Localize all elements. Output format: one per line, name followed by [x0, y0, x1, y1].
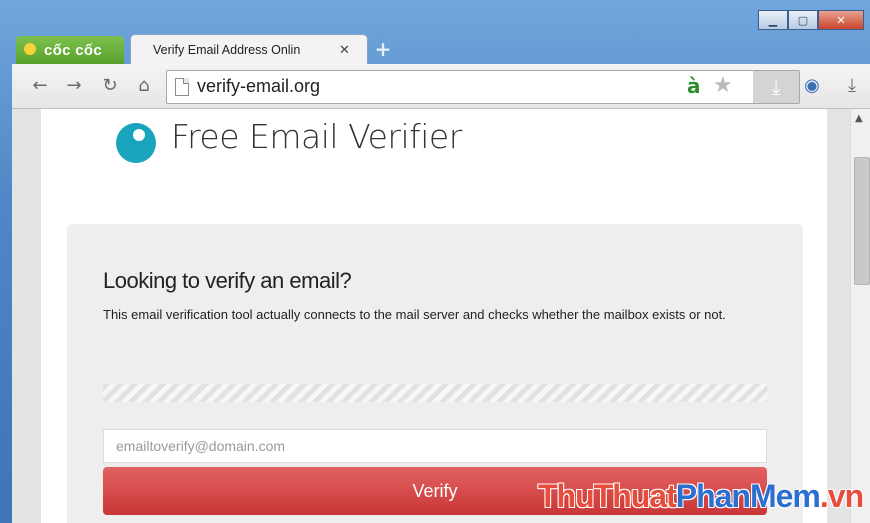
- card-heading: Looking to verify an email?: [103, 268, 352, 293]
- tab-verify-email[interactable]: Verify Email Address Onlin ✕: [130, 34, 368, 65]
- scroll-up-arrow-icon[interactable]: ▲: [855, 113, 863, 124]
- home-icon[interactable]: ⌂: [132, 74, 156, 98]
- browser-toolbar: ← → ↻ ⌂ verify-email.org à ★ ⤓ ◉ ⤓: [12, 64, 870, 109]
- verifier-logo-icon: [116, 123, 156, 163]
- reload-icon[interactable]: ↻: [98, 74, 122, 98]
- downloads-icon[interactable]: ⤓: [840, 74, 864, 98]
- progress-placeholder: [103, 384, 767, 402]
- scrollbar-thumb[interactable]: [854, 157, 870, 285]
- close-window-button[interactable]: ✕: [818, 10, 864, 30]
- watermark-part-2: PhanMem: [675, 478, 821, 514]
- bookmark-star-icon[interactable]: ★: [713, 73, 733, 98]
- tab-title: Verify Email Address Onlin: [153, 43, 301, 57]
- email-input[interactable]: [103, 429, 767, 463]
- tab-strip: cốc cốc Verify Email Address Onlin ✕ +: [12, 30, 870, 65]
- url-text[interactable]: verify-email.org: [197, 76, 320, 97]
- maximize-button[interactable]: ▢: [788, 10, 818, 30]
- card-description: This email verification tool actually co…: [103, 307, 726, 322]
- coccoc-logo-icon: [22, 41, 40, 59]
- back-arrow-icon[interactable]: ←: [28, 74, 52, 98]
- minimize-button[interactable]: ▁: [758, 10, 788, 30]
- save-page-icon[interactable]: ⤓: [753, 71, 799, 103]
- browser-logo[interactable]: cốc cốc: [16, 36, 124, 64]
- forward-arrow-icon[interactable]: →: [62, 74, 86, 98]
- site-title: Free Email Verifier: [171, 117, 462, 156]
- viewport: Free Email Verifier Looking to verify an…: [12, 109, 850, 523]
- page-icon: [175, 78, 189, 96]
- address-bar[interactable]: verify-email.org à ★ ⤓: [166, 70, 800, 104]
- tab-close-icon[interactable]: ✕: [339, 43, 350, 58]
- window-controls: ▁ ▢ ✕: [758, 10, 864, 30]
- watermark-part-1: ThuThuat: [538, 478, 677, 514]
- web-page: Free Email Verifier Looking to verify an…: [41, 109, 827, 523]
- new-tab-button[interactable]: +: [372, 38, 394, 60]
- input-method-icon[interactable]: à: [687, 74, 701, 98]
- camera-extension-icon[interactable]: ◉: [800, 74, 824, 98]
- watermark-part-3: .vn: [819, 478, 864, 514]
- vertical-scrollbar[interactable]: ▲: [850, 109, 870, 523]
- watermark: ThuThuatPhanMem.vn: [538, 478, 864, 515]
- browser-window: ▁ ▢ ✕ cốc cốc Verify Email Address Onlin…: [0, 0, 870, 523]
- browser-brand-text: cốc cốc: [44, 41, 102, 59]
